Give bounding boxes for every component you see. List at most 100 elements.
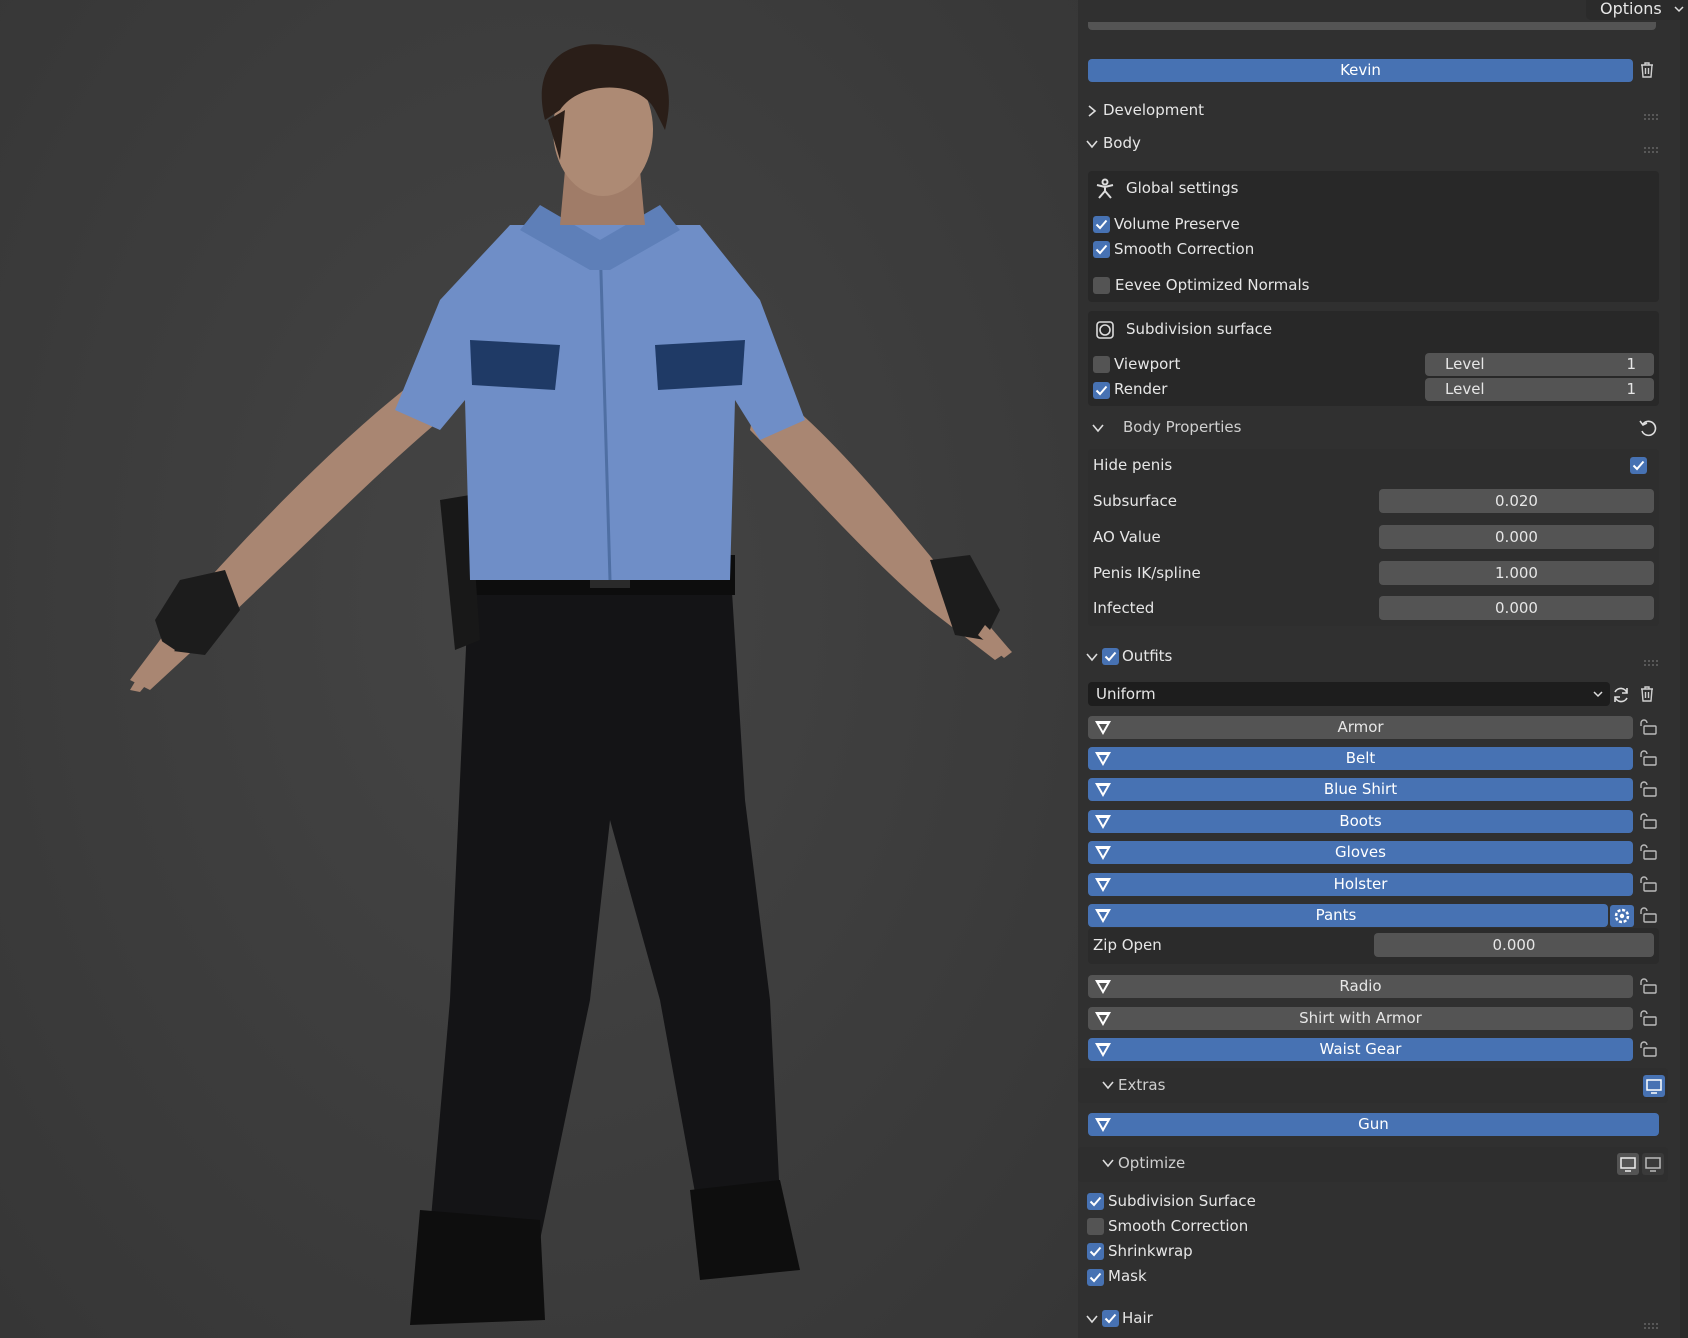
drag-grip-icon[interactable] [1643,653,1659,666]
body-section-header[interactable]: Body [1103,134,1141,152]
monitor-icon[interactable] [1643,1075,1665,1097]
viewport-model-selection-bar[interactable] [1088,22,1656,30]
monitor-icon[interactable] [1617,1153,1639,1175]
mesh-triangle-icon [1092,1040,1114,1060]
smooth-correction-checkbox[interactable] [1093,241,1110,258]
optimize-subdivision-checkbox[interactable] [1087,1193,1104,1210]
body-properties-header[interactable]: Body Properties [1123,418,1241,436]
unlock-icon[interactable] [1637,904,1659,926]
outfit-selected-value: Uniform [1096,685,1156,703]
chevron-down-icon [1674,0,1684,22]
unlock-icon[interactable] [1637,1007,1659,1029]
ao-value-field[interactable]: 0.000 [1379,525,1654,549]
unlock-icon[interactable] [1637,810,1659,832]
unlock-icon[interactable] [1637,1038,1659,1060]
subdivision-render-label: Render [1114,380,1168,398]
mesh-triangle-icon [1092,780,1114,800]
subdivision-render-checkbox[interactable] [1093,382,1110,399]
outfit-piece-button[interactable]: Armor [1088,716,1633,739]
armature-icon [1094,178,1114,199]
hair-checkbox[interactable] [1102,1310,1119,1327]
hair-section-header[interactable]: Hair [1122,1309,1153,1327]
outfit-piece-button[interactable]: Holster [1088,873,1633,896]
outfit-piece-button[interactable]: Shirt with Armor [1088,1007,1633,1030]
optimize-mask-label: Mask [1108,1267,1147,1285]
penis-ik-field[interactable]: 1.000 [1379,561,1654,585]
volume-preserve-checkbox[interactable] [1093,216,1110,233]
ao-value: 0.000 [1495,528,1538,546]
mesh-triangle-icon [1092,812,1114,832]
mesh-triangle-icon [1092,749,1114,769]
eevee-optimized-normals-checkbox[interactable] [1093,277,1110,294]
3d-viewport[interactable] [0,0,1078,1338]
subdivision-modifier-icon [1094,319,1114,339]
render-level-label: Level [1445,380,1485,398]
outfit-piece-button[interactable]: Belt [1088,747,1633,770]
outfit-select-dropdown[interactable]: Uniform [1088,682,1610,706]
outfit-piece-button[interactable]: Gloves [1088,841,1633,864]
chevron-right-icon[interactable] [1085,104,1099,118]
drag-grip-icon[interactable] [1643,140,1659,153]
unlock-icon[interactable] [1637,975,1659,997]
trash-icon[interactable] [1637,684,1657,704]
optimize-shrinkwrap-checkbox[interactable] [1087,1243,1104,1260]
model-name-button[interactable]: Kevin [1088,59,1633,82]
mesh-triangle-icon [1092,1115,1114,1135]
unlock-icon[interactable] [1637,873,1659,895]
chevron-down-icon[interactable] [1085,650,1099,664]
options-label: Options [1600,0,1662,18]
outfit-piece-label: Belt [1345,749,1376,767]
render-level-field[interactable]: Level 1 [1425,378,1654,401]
drag-grip-icon[interactable] [1643,1316,1659,1329]
chevron-down-icon[interactable] [1091,421,1105,435]
outfit-piece-button[interactable]: Blue Shirt [1088,778,1633,801]
monitor-outline-icon[interactable] [1642,1153,1664,1175]
chevron-down-icon[interactable] [1085,1312,1099,1326]
subdivision-viewport-label: Viewport [1114,355,1181,373]
optimize-section-header[interactable]: Optimize [1118,1154,1185,1172]
chevron-down-icon [1592,682,1604,713]
chevron-down-icon[interactable] [1085,137,1099,151]
refresh-icon[interactable] [1610,684,1630,704]
panel-scrollbar[interactable] [1680,0,1688,1338]
extras-section-header[interactable]: Extras [1118,1076,1165,1094]
subdivision-viewport-checkbox[interactable] [1093,356,1110,373]
subsurface-field[interactable]: 0.020 [1379,489,1654,513]
unlock-icon[interactable] [1637,716,1659,738]
outfits-section-header[interactable]: Outfits [1122,647,1172,665]
gun-button[interactable]: Gun [1088,1113,1659,1136]
gun-label: Gun [1358,1115,1389,1133]
subdivision-surface-title: Subdivision surface [1126,320,1273,338]
outfits-checkbox[interactable] [1102,648,1119,665]
chevron-down-icon[interactable] [1101,1078,1115,1092]
trash-icon[interactable] [1637,60,1657,80]
zip-open-value: 0.000 [1492,936,1536,954]
optimize-subdivision-label: Subdivision Surface [1108,1192,1256,1210]
hide-penis-checkbox[interactable] [1630,457,1647,474]
optimize-shrinkwrap-label: Shrinkwrap [1108,1242,1193,1260]
outfit-piece-label: Blue Shirt [1323,780,1398,798]
optimize-smooth-correction-checkbox[interactable] [1087,1218,1104,1235]
optimize-mask-checkbox[interactable] [1087,1269,1104,1286]
infected-field[interactable]: 0.000 [1379,596,1654,620]
unlock-icon[interactable] [1637,747,1659,769]
infected-label: Infected [1093,599,1155,617]
outfit-piece-label: Boots [1339,812,1382,830]
options-menu-button[interactable]: Options [1586,0,1688,20]
chevron-down-icon[interactable] [1101,1156,1115,1170]
gear-icon[interactable] [1610,905,1634,927]
development-section-header[interactable]: Development [1103,101,1204,119]
outfit-piece-button[interactable]: Pants [1088,904,1608,927]
outfit-piece-button[interactable]: Waist Gear [1088,1038,1633,1061]
mesh-triangle-icon [1092,718,1114,738]
drag-grip-icon[interactable] [1643,107,1659,120]
unlock-icon[interactable] [1637,778,1659,800]
outfit-piece-button[interactable]: Radio [1088,975,1633,998]
outfit-piece-button[interactable]: Boots [1088,810,1633,833]
zip-open-field[interactable]: 0.000 [1374,933,1654,957]
unlock-icon[interactable] [1637,841,1659,863]
outfit-piece-label: Radio [1339,977,1382,995]
viewport-level-field[interactable]: Level 1 [1425,353,1654,376]
reset-icon[interactable] [1637,418,1657,438]
outfit-piece-label: Shirt with Armor [1299,1009,1422,1027]
